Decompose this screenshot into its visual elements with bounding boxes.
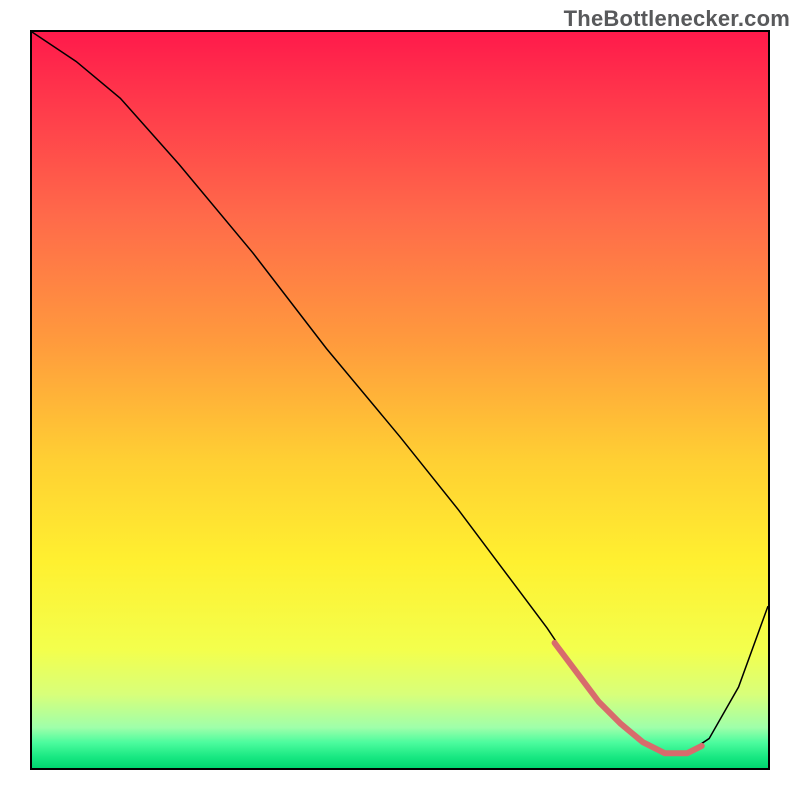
plot-area	[30, 30, 770, 770]
bottleneck-chart	[32, 32, 768, 768]
gradient-background	[32, 32, 768, 768]
chart-container: TheBottlenecker.com	[0, 0, 800, 800]
watermark-text: TheBottlenecker.com	[564, 6, 790, 32]
